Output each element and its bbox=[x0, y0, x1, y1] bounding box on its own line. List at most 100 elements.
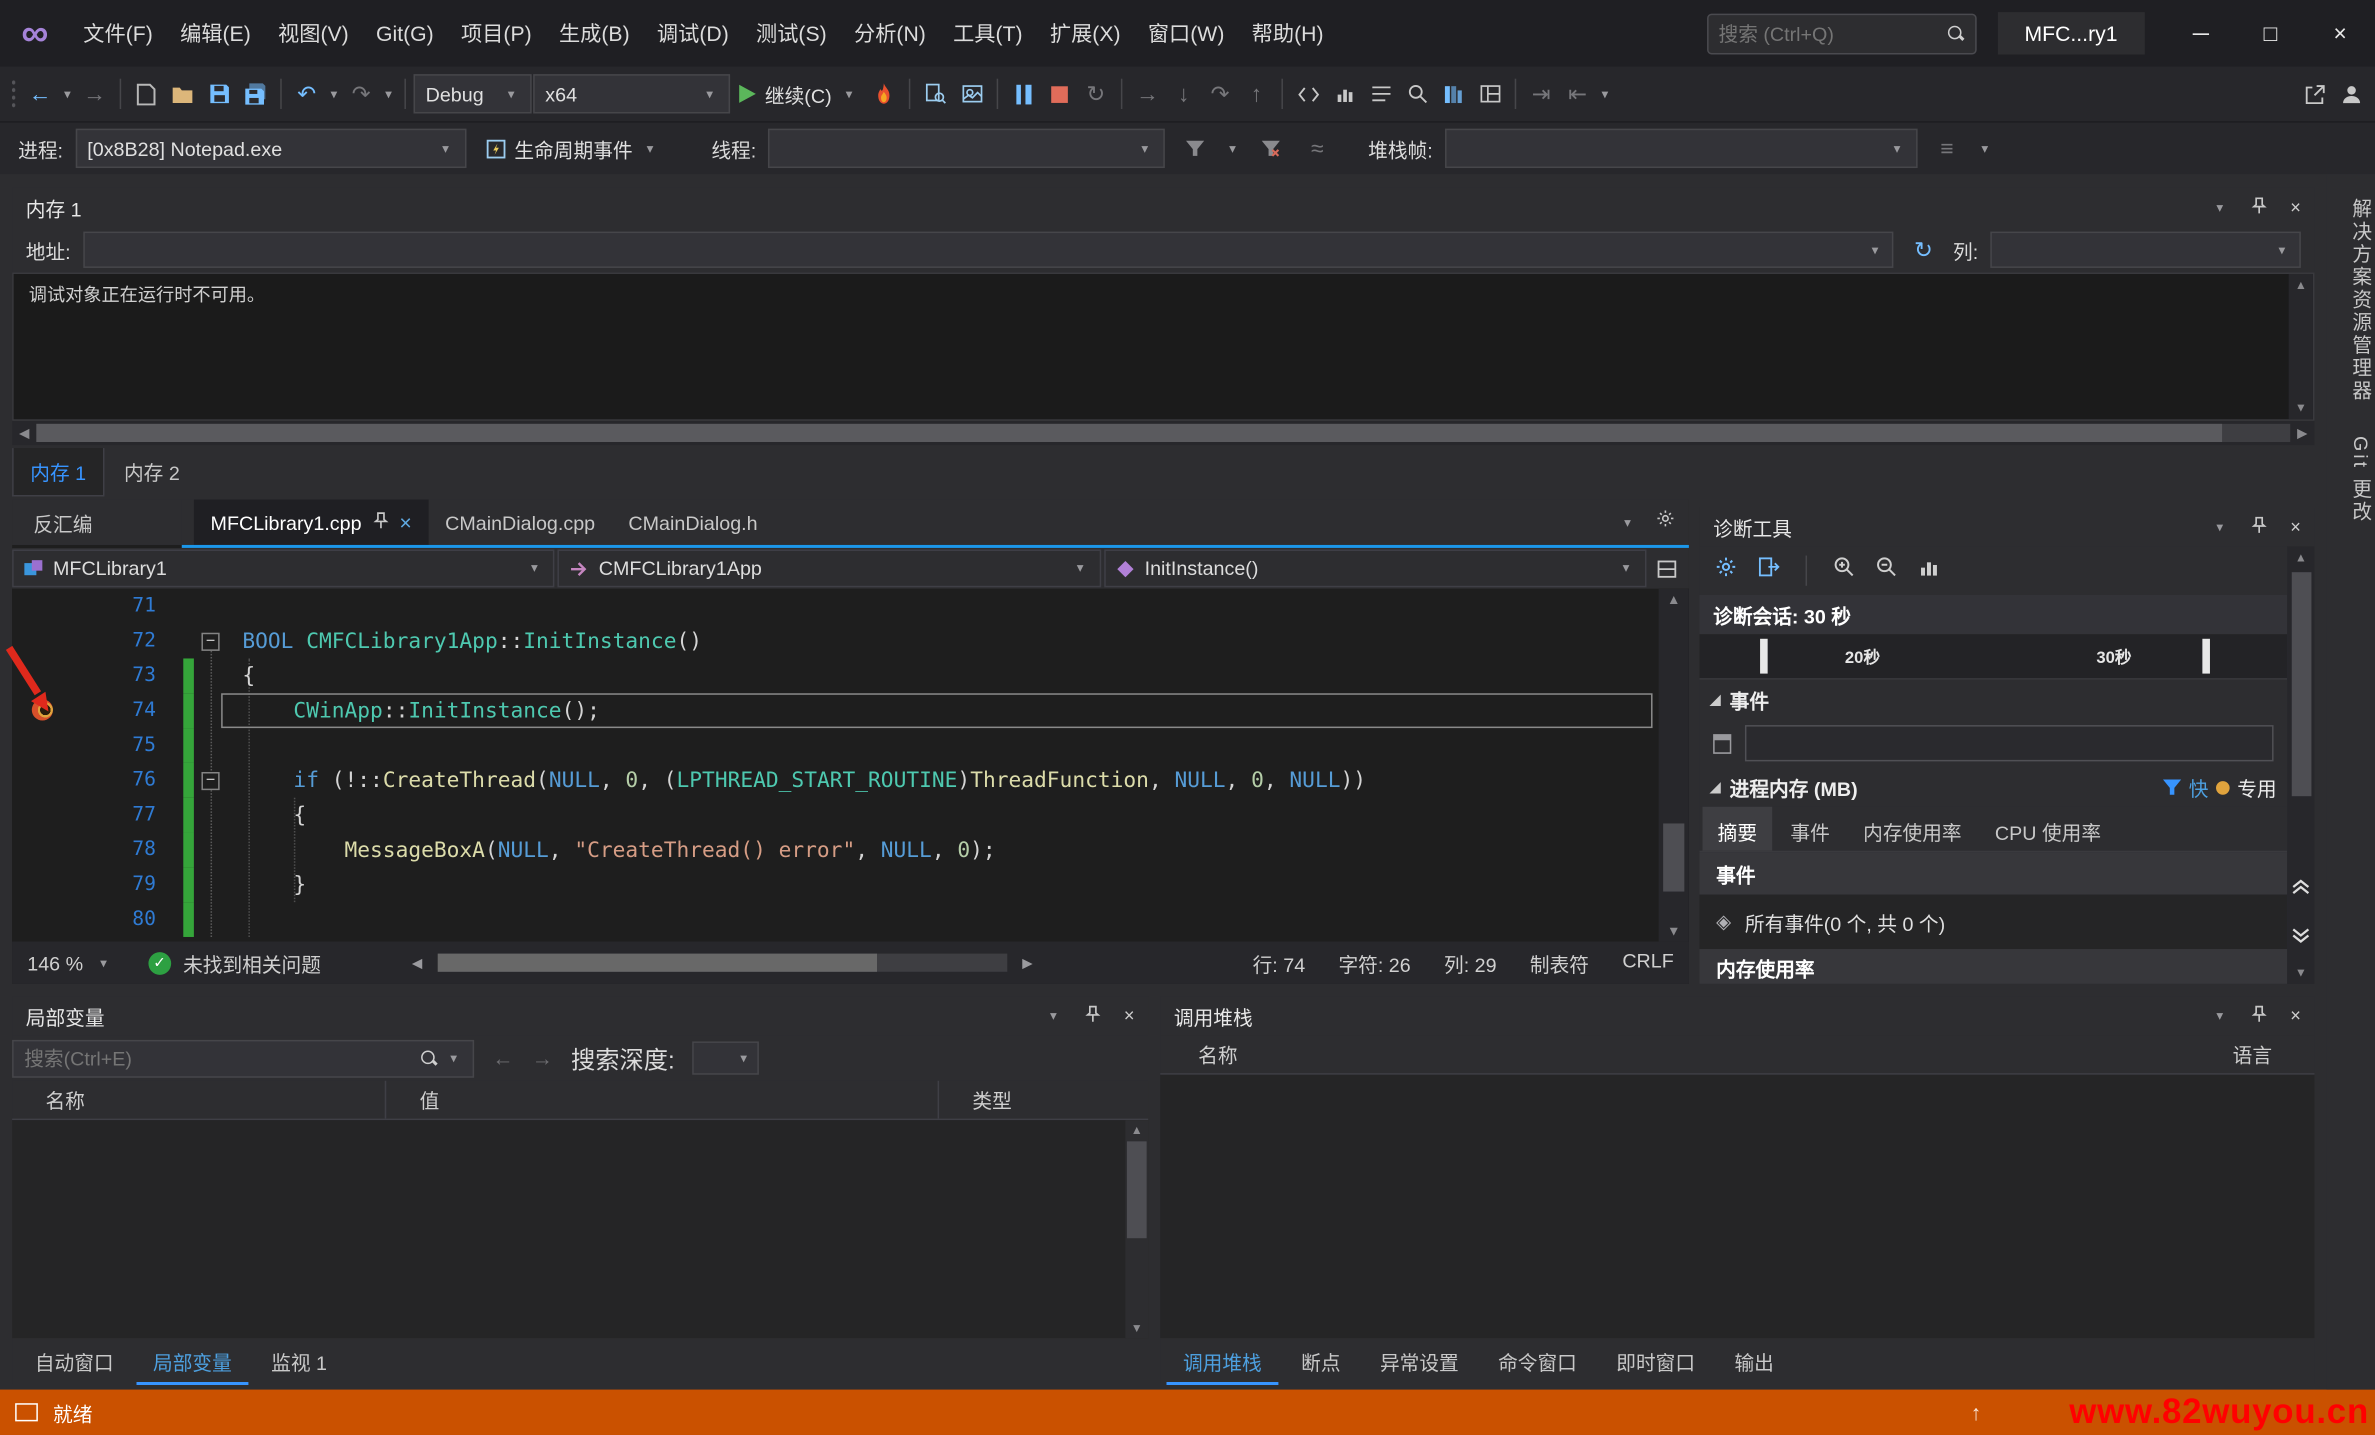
panel-options-icon[interactable]: ▾ bbox=[2211, 199, 2228, 216]
events-lane-track[interactable] bbox=[1745, 725, 2274, 761]
scrollbar-thumb[interactable] bbox=[438, 954, 877, 972]
search-depth-combo[interactable]: ▾ bbox=[693, 1041, 760, 1074]
tab-disassembly[interactable]: 反汇编 bbox=[12, 500, 182, 545]
fold-margin[interactable]: − bbox=[194, 624, 227, 659]
type-dropdown[interactable]: CMFCLibrary1App▾ bbox=[558, 549, 1101, 587]
eol-indicator[interactable]: CRLF bbox=[1622, 948, 1673, 977]
pin-icon[interactable] bbox=[1085, 1004, 1102, 1027]
line-indicator[interactable]: 行: 74 bbox=[1253, 948, 1306, 977]
column-header[interactable]: 类型 bbox=[939, 1081, 1148, 1119]
fold-margin[interactable] bbox=[194, 728, 227, 763]
locals-search-input[interactable] bbox=[24, 1047, 413, 1070]
code-line[interactable]: 76− if (!::CreateThread(NULL, 0, (LPTHRE… bbox=[12, 763, 1658, 798]
refresh-icon[interactable]: ↻ bbox=[1906, 230, 1941, 269]
character-indicator[interactable]: 字符: 26 bbox=[1338, 948, 1410, 977]
export-icon[interactable] bbox=[1757, 556, 1780, 586]
scrollbar-thumb[interactable] bbox=[2291, 572, 2311, 796]
search-options-icon[interactable]: ▾ bbox=[445, 1050, 462, 1067]
locals-search-box[interactable]: ▾ bbox=[12, 1039, 474, 1077]
close-button[interactable]: × bbox=[2305, 0, 2375, 67]
glyph-margin[interactable] bbox=[12, 693, 73, 728]
next-item-icon[interactable] bbox=[2292, 913, 2310, 961]
scroll-left-icon[interactable]: ◀ bbox=[409, 954, 426, 971]
filter-dropdown-icon[interactable]: ▾ bbox=[1224, 140, 1241, 157]
tool-tab[interactable]: 命令窗口 bbox=[1481, 1337, 1593, 1384]
menu-item[interactable]: 帮助(H) bbox=[1238, 11, 1337, 56]
menu-item[interactable]: Git(G) bbox=[362, 14, 447, 53]
active-files-dropdown-icon[interactable]: ▾ bbox=[1619, 514, 1636, 531]
code-line[interactable]: 74 CWinApp::InitInstance(); bbox=[12, 693, 1658, 728]
timeline-chart-icon[interactable] bbox=[1918, 556, 1941, 585]
minimize-button[interactable]: ─ bbox=[2166, 0, 2236, 67]
code-line[interactable]: 80 bbox=[12, 902, 1658, 937]
search-icon[interactable] bbox=[421, 1050, 438, 1067]
window-layout-button[interactable] bbox=[1472, 74, 1507, 113]
column-header[interactable]: 名称 bbox=[12, 1081, 386, 1119]
timeline-left-handle[interactable] bbox=[1760, 639, 1768, 674]
platform-combo[interactable]: x64▾ bbox=[533, 74, 730, 113]
timeline-right-handle[interactable] bbox=[2202, 639, 2210, 674]
zoom-out-icon[interactable] bbox=[1875, 556, 1898, 586]
fold-margin[interactable] bbox=[194, 798, 227, 833]
flagged-threads-button[interactable]: ≈ bbox=[1300, 129, 1335, 168]
project-dropdown[interactable]: MFCLibrary1▾ bbox=[12, 549, 555, 587]
all-events-row[interactable]: ◈ 所有事件(0 个, 共 0 个) bbox=[1699, 895, 2287, 949]
break-all-button[interactable] bbox=[1006, 74, 1041, 113]
close-icon[interactable]: × bbox=[1124, 1005, 1135, 1026]
zoom-dropdown-icon[interactable]: ▾ bbox=[95, 954, 112, 971]
diagnostics-columns-button[interactable] bbox=[1436, 74, 1471, 113]
code-line[interactable]: 78 MessageBoxA(NULL, "CreateThread() err… bbox=[12, 833, 1658, 868]
pin-icon[interactable] bbox=[2251, 515, 2268, 538]
tool-tab[interactable]: 内存 1 bbox=[12, 448, 104, 496]
close-icon[interactable]: × bbox=[2290, 516, 2301, 537]
search-input[interactable] bbox=[1718, 22, 1947, 45]
diag-tab[interactable]: 事件 bbox=[1775, 807, 1845, 851]
zoom-level-dropdown[interactable]: 146 % bbox=[27, 951, 83, 974]
fold-collapse-icon[interactable]: − bbox=[201, 771, 219, 789]
memory-vertical-scrollbar[interactable]: ▲▼ bbox=[2289, 274, 2313, 419]
editor-vertical-scrollbar[interactable]: ▲ ▼ bbox=[1659, 589, 1689, 942]
undo-button[interactable]: ↶ bbox=[289, 74, 324, 113]
glyph-margin[interactable] bbox=[12, 867, 73, 902]
task-list-button[interactable] bbox=[1363, 74, 1398, 113]
code-line[interactable]: 77 { bbox=[12, 798, 1658, 833]
scrollbar-thumb[interactable] bbox=[36, 424, 2222, 442]
search-icon[interactable] bbox=[1947, 25, 1964, 42]
panel-options-icon[interactable]: ▾ bbox=[2211, 1007, 2228, 1024]
scroll-down-icon[interactable]: ▼ bbox=[1659, 923, 1689, 938]
callstack-panel-header[interactable]: 调用堆栈 ▾ × bbox=[1160, 996, 2314, 1035]
config-combo[interactable]: Debug▾ bbox=[414, 74, 532, 113]
fold-margin[interactable] bbox=[194, 658, 227, 693]
pin-icon[interactable] bbox=[2251, 196, 2268, 219]
pin-icon[interactable] bbox=[2251, 1004, 2268, 1027]
memory-panel-header[interactable]: 内存 1 ▾ × bbox=[12, 188, 2314, 227]
nav-forward-button[interactable]: → bbox=[77, 74, 112, 113]
previous-item-icon[interactable] bbox=[2292, 864, 2310, 912]
continue-button[interactable]: 继续(C)▾ bbox=[732, 79, 865, 108]
breakpoint-icon[interactable] bbox=[32, 699, 53, 720]
scroll-up-icon[interactable]: ▲ bbox=[2295, 546, 2307, 569]
save-all-button[interactable] bbox=[238, 74, 273, 113]
editor-options-icon[interactable] bbox=[1656, 509, 1676, 536]
fold-margin[interactable] bbox=[194, 693, 227, 728]
menu-item[interactable]: 窗口(W) bbox=[1134, 11, 1238, 56]
glyph-margin[interactable] bbox=[12, 624, 73, 659]
editor-tab[interactable]: CMainDialog.h bbox=[612, 500, 774, 545]
tool-tab[interactable]: 调用堆栈 bbox=[1166, 1337, 1278, 1384]
menu-item[interactable]: 分析(N) bbox=[840, 11, 939, 56]
open-file-button[interactable] bbox=[165, 74, 200, 113]
split-window-icon[interactable] bbox=[1649, 549, 1685, 588]
diag-tab[interactable]: CPU 使用率 bbox=[1980, 807, 2116, 851]
diag-tab[interactable]: 内存使用率 bbox=[1848, 807, 1977, 851]
dock-tab[interactable]: Git 更改 bbox=[2327, 427, 2375, 533]
menu-item[interactable]: 视图(V) bbox=[264, 11, 362, 56]
tool-tab[interactable]: 即时窗口 bbox=[1600, 1337, 1712, 1384]
events-group-header[interactable]: 事件 bbox=[1699, 852, 2287, 894]
callstack-body[interactable] bbox=[1160, 1075, 2314, 1338]
column-name[interactable]: 名称 bbox=[1198, 1040, 1237, 1069]
fold-margin[interactable] bbox=[194, 833, 227, 868]
address-input[interactable]: ▾ bbox=[83, 232, 1894, 268]
menu-item[interactable]: 编辑(E) bbox=[166, 11, 264, 56]
zoom-tool-button[interactable] bbox=[1400, 74, 1435, 113]
tool-tab[interactable]: 局部变量 bbox=[136, 1337, 248, 1384]
